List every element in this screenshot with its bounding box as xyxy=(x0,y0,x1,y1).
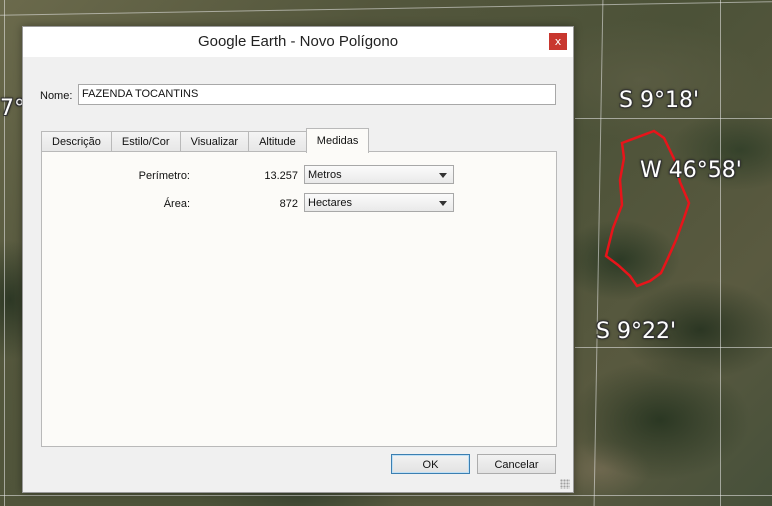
chevron-down-icon xyxy=(439,173,447,178)
area-unit-value: Hectares xyxy=(308,197,353,209)
map-label-lat-north: S 9°18' xyxy=(619,88,699,113)
area-value: 872 xyxy=(279,198,298,210)
property-boundary xyxy=(604,129,691,288)
map-label-lat-south: S 9°22' xyxy=(596,319,676,344)
chevron-down-icon xyxy=(439,201,447,206)
perimeter-unit-value: Metros xyxy=(308,169,342,181)
title-bar[interactable]: Google Earth - Novo Polígono x xyxy=(23,27,573,57)
perimeter-label: Perímetro: xyxy=(138,170,190,182)
tab-visualizar[interactable]: Visualizar xyxy=(179,131,250,152)
area-label: Área: xyxy=(163,198,190,210)
tab-estilo-cor[interactable]: Estilo/Cor xyxy=(110,131,181,152)
tab-descricao[interactable]: Descrição xyxy=(41,131,112,152)
resize-grip[interactable] xyxy=(560,479,570,489)
close-button[interactable]: x xyxy=(549,33,567,50)
name-label: Nome: xyxy=(40,90,73,102)
perimeter-value: 13.257 xyxy=(264,170,298,182)
tab-medidas[interactable]: Medidas xyxy=(305,128,370,153)
new-polygon-dialog: Google Earth - Novo Polígono x Nome: FAZ… xyxy=(22,26,574,493)
map-label-lon: W 46°58' xyxy=(640,158,742,183)
tab-altitude[interactable]: Altitude xyxy=(248,131,307,152)
area-unit-select[interactable]: Hectares xyxy=(304,193,454,212)
close-icon: x xyxy=(554,35,562,48)
measures-panel: Perímetro: 13.257 Metros Área: 872 Hecta… xyxy=(41,151,557,447)
name-input[interactable]: FAZENDA TOCANTINS xyxy=(78,84,556,105)
window-title: Google Earth - Novo Polígono xyxy=(197,33,399,50)
tab-bar: Descrição Estilo/Cor Visualizar Altitude… xyxy=(41,128,370,153)
cancel-button[interactable]: Cancelar xyxy=(477,454,556,474)
ok-button[interactable]: OK xyxy=(391,454,470,474)
perimeter-unit-select[interactable]: Metros xyxy=(304,165,454,184)
